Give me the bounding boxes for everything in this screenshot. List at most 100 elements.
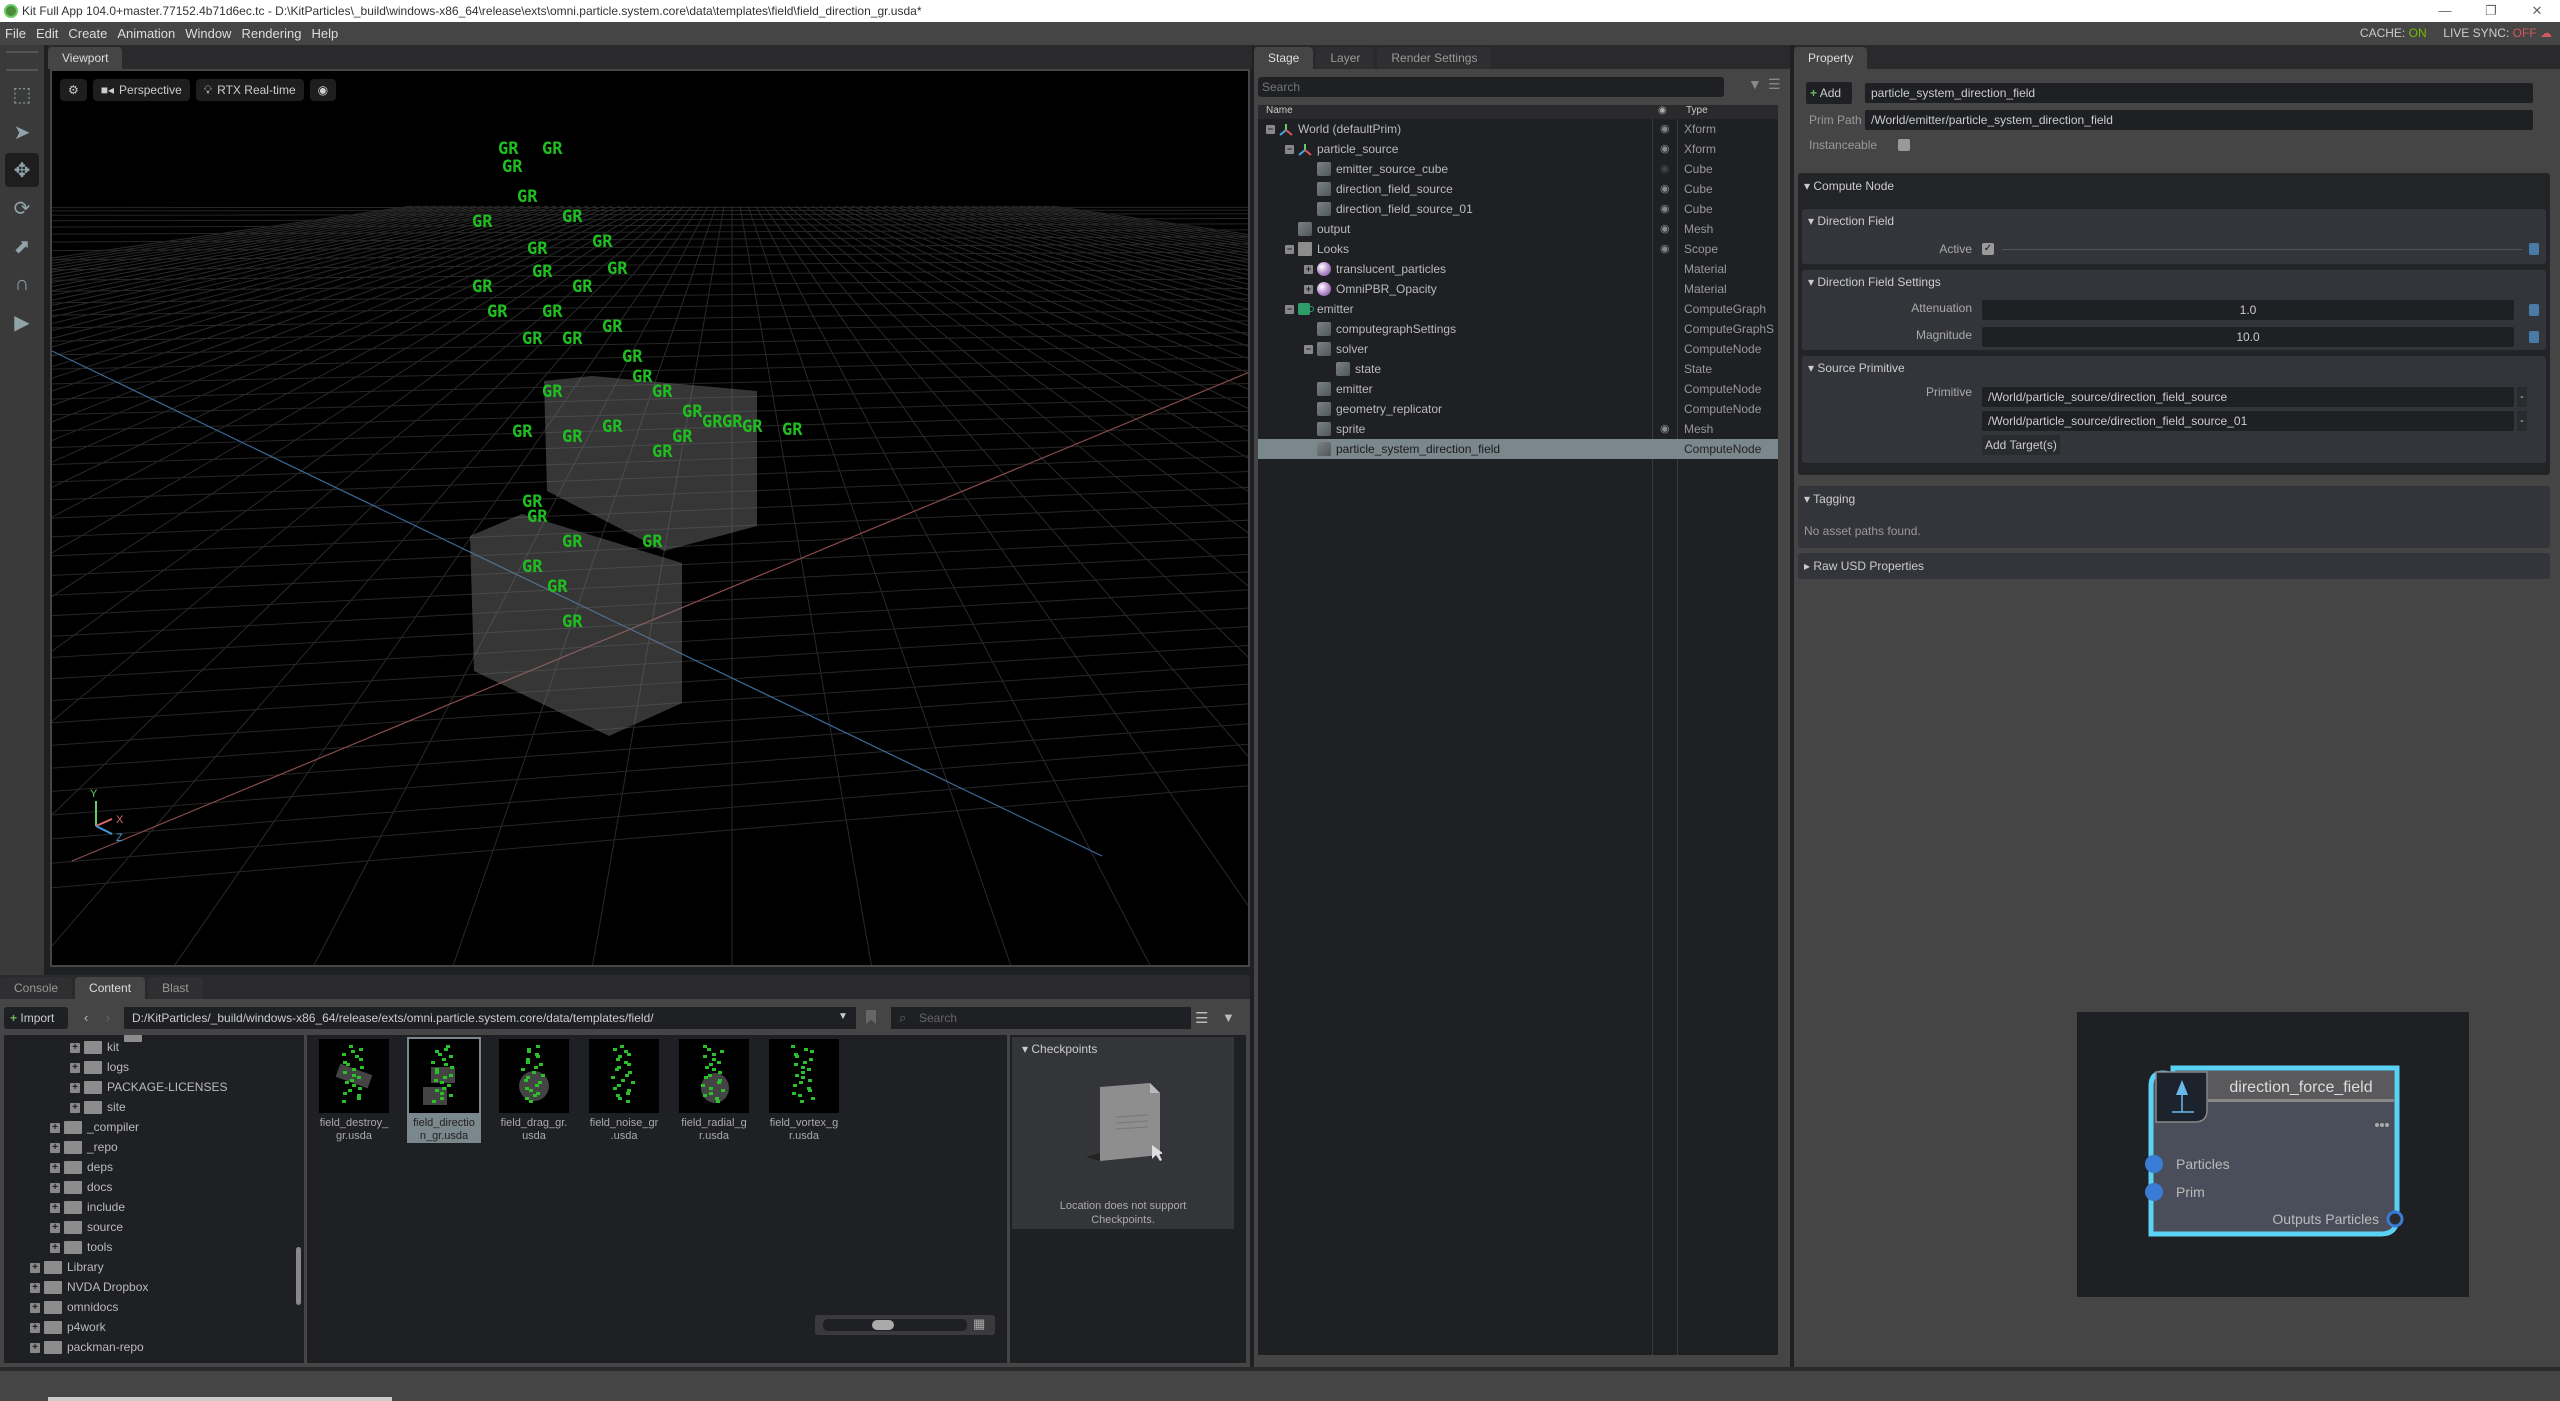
expand-icon[interactable]: + (50, 1182, 60, 1193)
collapse-icon[interactable]: − (1304, 345, 1313, 354)
tree-item[interactable]: + tools (50, 1237, 112, 1257)
file-thumbnail[interactable]: field_drag_gr. usda (497, 1037, 571, 1143)
import-button[interactable]: + Import (4, 1007, 68, 1029)
tree-item[interactable]: + docs (50, 1177, 112, 1197)
expand-icon[interactable]: + (70, 1042, 80, 1053)
stage-row[interactable]: output ◉ Mesh (1258, 219, 1778, 239)
tree-item[interactable]: + logs (70, 1057, 129, 1077)
eye-hidden-icon[interactable]: ◉ (1660, 159, 1670, 179)
tree-item[interactable]: + _compiler (50, 1117, 139, 1137)
renderer-button[interactable]: 💡︎ RTX Real-time (195, 79, 304, 101)
select-arrow-tool-button[interactable]: ➤ (5, 115, 39, 149)
path-dropdown-icon[interactable]: ▼ (838, 1011, 848, 1022)
tree-item[interactable]: + kit (70, 1037, 119, 1057)
active-checkbox[interactable]: ✓ (1982, 243, 1994, 255)
node-menu-icon[interactable] (2375, 1123, 2389, 1127)
file-thumbnail[interactable]: field_destroy_ gr.usda (317, 1037, 391, 1143)
stage-row[interactable]: sprite ◉ Mesh (1258, 419, 1778, 439)
close-button[interactable]: ✕ (2514, 0, 2560, 22)
collapse-icon[interactable]: − (1266, 125, 1275, 134)
active-default-indicator[interactable] (2529, 243, 2539, 255)
raw-usd-header[interactable]: ▸ Raw USD Properties (1804, 559, 1924, 573)
viewport[interactable]: GR GR GR GR GR GR GR GR GR GR GR GR GR GR GR GR GR GR GR GR… (50, 69, 1250, 967)
tab-blast[interactable]: Blast (148, 977, 203, 999)
viewport-settings-button[interactable]: ⚙ (60, 79, 87, 101)
expand-icon[interactable]: + (70, 1082, 80, 1093)
prim-path-field[interactable]: /World/emitter/particle_system_direction… (1865, 110, 2533, 130)
prim-name-field[interactable]: particle_system_direction_field (1865, 83, 2533, 103)
snap-magnet-tool-button[interactable]: ∩ (5, 267, 39, 301)
tree-item[interactable]: + NVDA Dropbox (30, 1277, 148, 1297)
expand-icon[interactable]: + (50, 1202, 60, 1213)
eye-icon[interactable]: ◉ (1660, 239, 1670, 259)
livesync-value[interactable]: OFF (2513, 26, 2537, 40)
attenuation-field[interactable]: 1.0 (1982, 300, 2514, 320)
tree-item[interactable]: + p4work (30, 1317, 106, 1337)
add-button[interactable]: + Add (1806, 82, 1852, 104)
forward-arrow-icon[interactable]: › (106, 1010, 110, 1025)
tree-item[interactable]: + deps (50, 1157, 113, 1177)
expand-icon[interactable]: + (30, 1302, 40, 1313)
collapse-icon[interactable]: − (1285, 305, 1294, 314)
menu-file[interactable]: File (0, 26, 31, 41)
camera-button[interactable]: ■◂ Perspective (92, 79, 190, 101)
toolbar-grip-icon[interactable] (6, 51, 38, 71)
eye-icon[interactable]: ◉ (1660, 199, 1670, 219)
tab-layer[interactable]: Layer (1316, 47, 1375, 69)
eye-icon[interactable]: ◉ (1660, 219, 1670, 239)
expand-icon[interactable]: + (50, 1122, 60, 1133)
thumbnail-size-slider[interactable]: ▦ (815, 1315, 995, 1335)
tree-item[interactable]: + packman-repo (30, 1337, 144, 1357)
stage-row[interactable]: emitter ComputeNode (1258, 379, 1778, 399)
menu-help[interactable]: Help (306, 26, 343, 41)
tree-item[interactable]: + source (50, 1217, 123, 1237)
settings-header[interactable]: ▾ Direction Field Settings (1808, 275, 1941, 289)
expand-icon[interactable]: + (50, 1142, 60, 1153)
path-field[interactable]: D:/KitParticles/_build/windows-x86_64/re… (124, 1007, 856, 1029)
tree-item[interactable]: + PACKAGE-LICENSES (70, 1077, 227, 1097)
stage-row[interactable]: + OmniPBR_Opacity Material (1258, 279, 1778, 299)
input-port-particles[interactable] (2145, 1155, 2163, 1173)
visibility-column-icon[interactable]: ◉ (1658, 105, 1667, 116)
input-port-prim[interactable] (2145, 1183, 2163, 1201)
stage-row[interactable]: − solver ComputeNode (1258, 339, 1778, 359)
remove-target-2-button[interactable]: - (2517, 411, 2527, 431)
tab-viewport[interactable]: Viewport (48, 47, 123, 69)
expand-icon[interactable]: + (70, 1102, 80, 1113)
eye-icon[interactable]: ◉ (1660, 179, 1670, 199)
menu-edit[interactable]: Edit (31, 26, 63, 41)
graph-node[interactable]: direction_force_field Particles Prim Out… (2145, 1065, 2404, 1237)
grid-view-icon[interactable]: ▦ (973, 1316, 985, 1332)
graph-editor[interactable]: direction_force_field Particles Prim Out… (2077, 1012, 2469, 1297)
options-menu-icon[interactable]: ☰ (1768, 76, 1781, 93)
tree-item[interactable]: + omnidocs (30, 1297, 118, 1317)
file-thumbnail[interactable]: field_vortex_g r.usda (767, 1037, 841, 1143)
file-thumbnail[interactable]: field_radial_g r.usda (677, 1037, 751, 1143)
expand-icon[interactable]: + (30, 1262, 40, 1273)
expand-icon[interactable]: + (30, 1282, 40, 1293)
frame-selection-tool-button[interactable]: ⬚ (5, 77, 39, 111)
tree-item-partial[interactable] (124, 1035, 147, 1045)
eye-icon[interactable]: ◉ (1660, 139, 1670, 159)
stage-row[interactable]: − Looks ◉ Scope (1258, 239, 1778, 259)
expand-icon[interactable]: + (1304, 265, 1313, 274)
expand-icon[interactable]: + (70, 1062, 80, 1073)
list-options-icon[interactable]: ☰ (1195, 1009, 1208, 1027)
tree-item[interactable]: + include (50, 1197, 125, 1217)
stage-row[interactable]: geometry_replicator ComputeNode (1258, 399, 1778, 419)
menu-animation[interactable]: Animation (112, 26, 180, 41)
restore-button[interactable]: ❐ (2468, 0, 2514, 22)
bookmark-icon[interactable] (866, 1010, 876, 1024)
content-search-input[interactable]: Search (891, 1007, 1191, 1029)
stage-row[interactable]: state State (1258, 359, 1778, 379)
instanceable-checkbox[interactable] (1898, 139, 1910, 151)
minimize-button[interactable]: — (2422, 0, 2468, 22)
filter-icon[interactable]: ▼ (1222, 1010, 1235, 1025)
tab-render-settings[interactable]: Render Settings (1377, 47, 1492, 69)
tree-item[interactable]: + Library (30, 1257, 104, 1277)
tree-item[interactable]: + _repo (50, 1137, 118, 1157)
add-targets-button[interactable]: Add Target(s) (1982, 435, 2060, 455)
stage-row[interactable]: computegraphSettings ComputeGraphSe (1258, 319, 1778, 339)
file-thumbnail[interactable]: field_noise_gr .usda (587, 1037, 661, 1143)
move-tool-button[interactable]: ✥ (5, 153, 39, 187)
